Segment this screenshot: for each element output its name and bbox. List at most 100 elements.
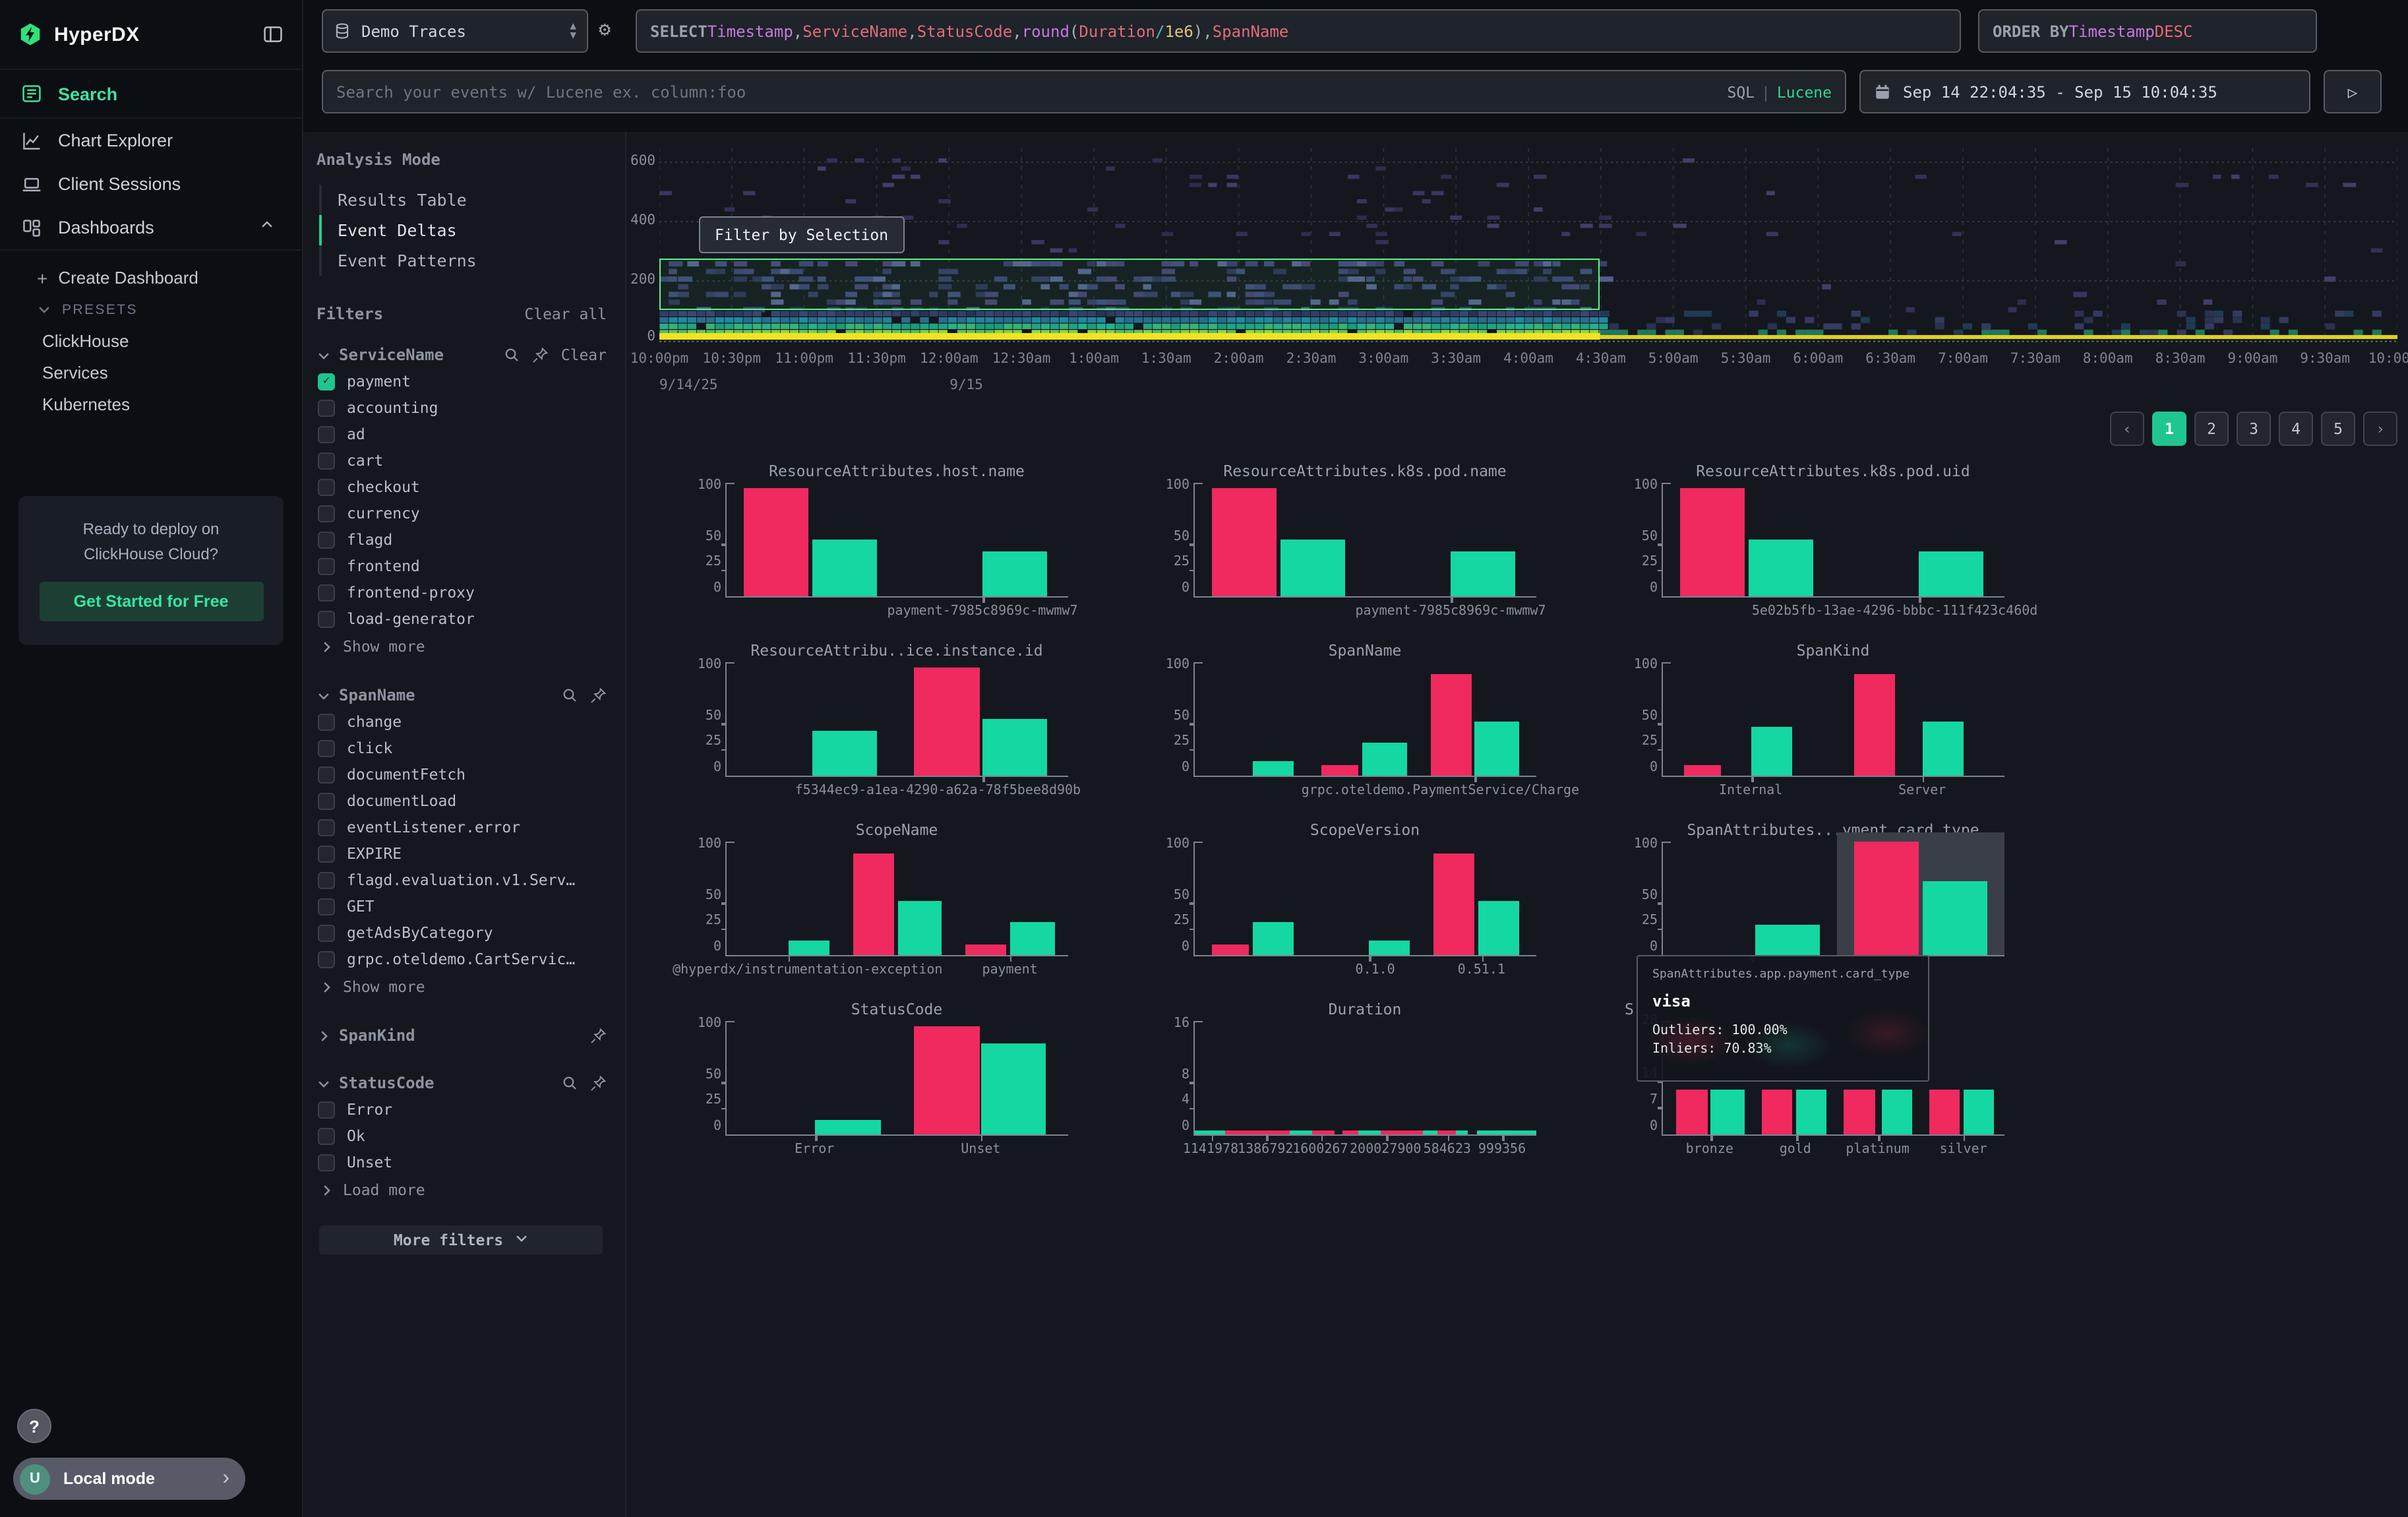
checkbox-unchecked[interactable] xyxy=(318,713,335,730)
checkbox-unchecked[interactable] xyxy=(318,898,335,915)
checkbox-unchecked[interactable] xyxy=(318,610,335,627)
chart-plot[interactable]: 10050250 xyxy=(1193,843,1536,956)
search-input[interactable] xyxy=(336,82,1727,101)
chart-plot[interactable]: 10050250 xyxy=(725,843,1068,956)
presets-toggle[interactable]: PRESETS xyxy=(0,294,302,325)
show-more-button[interactable]: Show more xyxy=(316,632,607,661)
chart-plot[interactable]: 10050250 xyxy=(1662,664,2004,777)
filter-checkbox-row[interactable]: click xyxy=(316,735,607,761)
checkbox-unchecked[interactable] xyxy=(318,819,335,836)
filter-group-header-statuscode[interactable]: StatusCode xyxy=(316,1070,607,1096)
help-button[interactable]: ? xyxy=(17,1409,51,1443)
filter-checkbox-row[interactable]: documentFetch xyxy=(316,761,607,788)
sql-select-input[interactable]: SELECT Timestamp, ServiceName, StatusCod… xyxy=(636,9,1961,53)
page-button-1[interactable]: 1 xyxy=(2152,412,2186,446)
filter-checkbox-row[interactable]: frontend xyxy=(316,553,607,579)
filter-checkbox-row[interactable]: EXPIRE xyxy=(316,840,607,867)
page-button-2[interactable]: 2 xyxy=(2194,412,2229,446)
checkbox-checked[interactable]: ✓ xyxy=(318,373,335,390)
checkbox-unchecked[interactable] xyxy=(318,478,335,495)
checkbox-unchecked[interactable] xyxy=(318,1101,335,1118)
filter-checkbox-row[interactable]: Ok xyxy=(316,1123,607,1149)
filter-checkbox-row[interactable]: Error xyxy=(316,1096,607,1123)
chart-plot[interactable]: 10050250 xyxy=(725,664,1068,777)
checkbox-unchecked[interactable] xyxy=(318,950,335,968)
page-button-4[interactable]: 4 xyxy=(2279,412,2313,446)
analysis-mode-event-deltas[interactable]: Event Deltas xyxy=(319,215,607,245)
run-query-button[interactable]: ▷ xyxy=(2324,70,2382,113)
sidebar-collapse-icon[interactable] xyxy=(262,24,284,45)
next-page-button[interactable]: › xyxy=(2363,412,2397,446)
chart-plot[interactable]: 10050250 xyxy=(1193,664,1536,777)
chart-plot[interactable]: 16840 xyxy=(1193,1022,1536,1136)
checkbox-unchecked[interactable] xyxy=(318,739,335,757)
filter-checkbox-row[interactable]: frontend-proxy xyxy=(316,579,607,605)
checkbox-unchecked[interactable] xyxy=(318,584,335,601)
filter-checkbox-row[interactable]: documentLoad xyxy=(316,788,607,814)
filter-checkbox-row[interactable]: GET xyxy=(316,893,607,919)
filter-checkbox-row[interactable]: cart xyxy=(316,447,607,474)
filter-checkbox-row[interactable]: checkout xyxy=(316,474,607,500)
chart-plot[interactable]: 10050250 xyxy=(1193,484,1536,598)
filter-group-header-servicename[interactable]: ServiceNameClear xyxy=(316,342,607,368)
filter-checkbox-row[interactable]: accounting xyxy=(316,394,607,421)
checkbox-unchecked[interactable] xyxy=(318,557,335,574)
clear-filter-button[interactable]: Clear xyxy=(561,346,607,364)
search-icon[interactable] xyxy=(562,687,578,703)
sidebar-item-search[interactable]: Search xyxy=(0,70,302,117)
filter-checkbox-row[interactable]: ad xyxy=(316,421,607,447)
checkbox-unchecked[interactable] xyxy=(318,871,335,888)
chart-plot[interactable]: 10050250 xyxy=(1662,843,2004,956)
load-more-button[interactable]: Load more xyxy=(316,1175,607,1204)
clear-all-button[interactable]: Clear all xyxy=(524,305,607,323)
filter-group-header-spankind[interactable]: SpanKind xyxy=(316,1022,607,1049)
sidebar-item-chart-explorer[interactable]: Chart Explorer xyxy=(0,119,302,162)
prev-page-button[interactable]: ‹ xyxy=(2110,412,2144,446)
checkbox-unchecked[interactable] xyxy=(318,531,335,548)
filter-checkbox-row[interactable]: Unset xyxy=(316,1149,607,1175)
pin-icon[interactable] xyxy=(589,1027,607,1044)
checkbox-unchecked[interactable] xyxy=(318,792,335,809)
filter-checkbox-row[interactable]: currency xyxy=(316,500,607,526)
checkbox-unchecked[interactable] xyxy=(318,1154,335,1171)
filter-checkbox-row[interactable]: load-generator xyxy=(316,605,607,632)
checkbox-unchecked[interactable] xyxy=(318,1127,335,1144)
sidebar-item-client-sessions[interactable]: Client Sessions xyxy=(0,162,302,206)
query-language-toggle[interactable]: SQL|Lucene xyxy=(1727,82,1832,101)
filter-by-selection-button[interactable]: Filter by Selection xyxy=(699,216,904,253)
preset-item-kubernetes[interactable]: Kubernetes xyxy=(0,388,302,419)
pin-icon[interactable] xyxy=(589,1074,607,1092)
analysis-mode-event-patterns[interactable]: Event Patterns xyxy=(319,245,607,276)
order-by-input[interactable]: ORDER BY Timestamp DESC xyxy=(1978,9,2317,53)
analysis-mode-results-table[interactable]: Results Table xyxy=(319,185,607,215)
heatmap-plot[interactable]: Filter by Selection xyxy=(659,148,2397,343)
filter-checkbox-row[interactable]: getAdsByCategory xyxy=(316,919,607,946)
gear-icon[interactable]: ⚙ xyxy=(599,17,611,41)
page-button-3[interactable]: 3 xyxy=(2237,412,2271,446)
checkbox-unchecked[interactable] xyxy=(318,766,335,783)
search-icon[interactable] xyxy=(504,347,520,363)
show-more-button[interactable]: Show more xyxy=(316,972,607,1001)
time-range-picker[interactable]: Sep 14 22:04:35 - Sep 15 10:04:35 xyxy=(1859,70,2310,113)
chart-plot[interactable]: 10050250 xyxy=(725,484,1068,598)
checkbox-unchecked[interactable] xyxy=(318,505,335,522)
filter-checkbox-row[interactable]: eventListener.error xyxy=(316,814,607,840)
source-select[interactable]: Demo Traces ▲▼ xyxy=(322,9,588,53)
filter-checkbox-row[interactable]: ✓payment xyxy=(316,368,607,394)
checkbox-unchecked[interactable] xyxy=(318,399,335,416)
page-button-5[interactable]: 5 xyxy=(2321,412,2355,446)
checkbox-unchecked[interactable] xyxy=(318,845,335,862)
preset-item-clickhouse[interactable]: ClickHouse xyxy=(0,325,302,356)
filter-checkbox-row[interactable]: flagd xyxy=(316,526,607,553)
checkbox-unchecked[interactable] xyxy=(318,452,335,469)
filter-group-header-spanname[interactable]: SpanName xyxy=(316,682,607,708)
local-mode-button[interactable]: U Local mode › xyxy=(13,1458,245,1500)
sidebar-item-dashboards[interactable]: Dashboards xyxy=(0,206,302,249)
selection-box[interactable] xyxy=(659,259,1600,310)
checkbox-unchecked[interactable] xyxy=(318,924,335,941)
filter-checkbox-row[interactable]: change xyxy=(316,708,607,735)
chart-plot[interactable]: 10050250 xyxy=(1662,484,2004,598)
pin-icon[interactable] xyxy=(532,346,549,363)
filter-checkbox-row[interactable]: flagd.evaluation.v1.Serv… xyxy=(316,867,607,893)
get-started-button[interactable]: Get Started for Free xyxy=(39,582,263,621)
